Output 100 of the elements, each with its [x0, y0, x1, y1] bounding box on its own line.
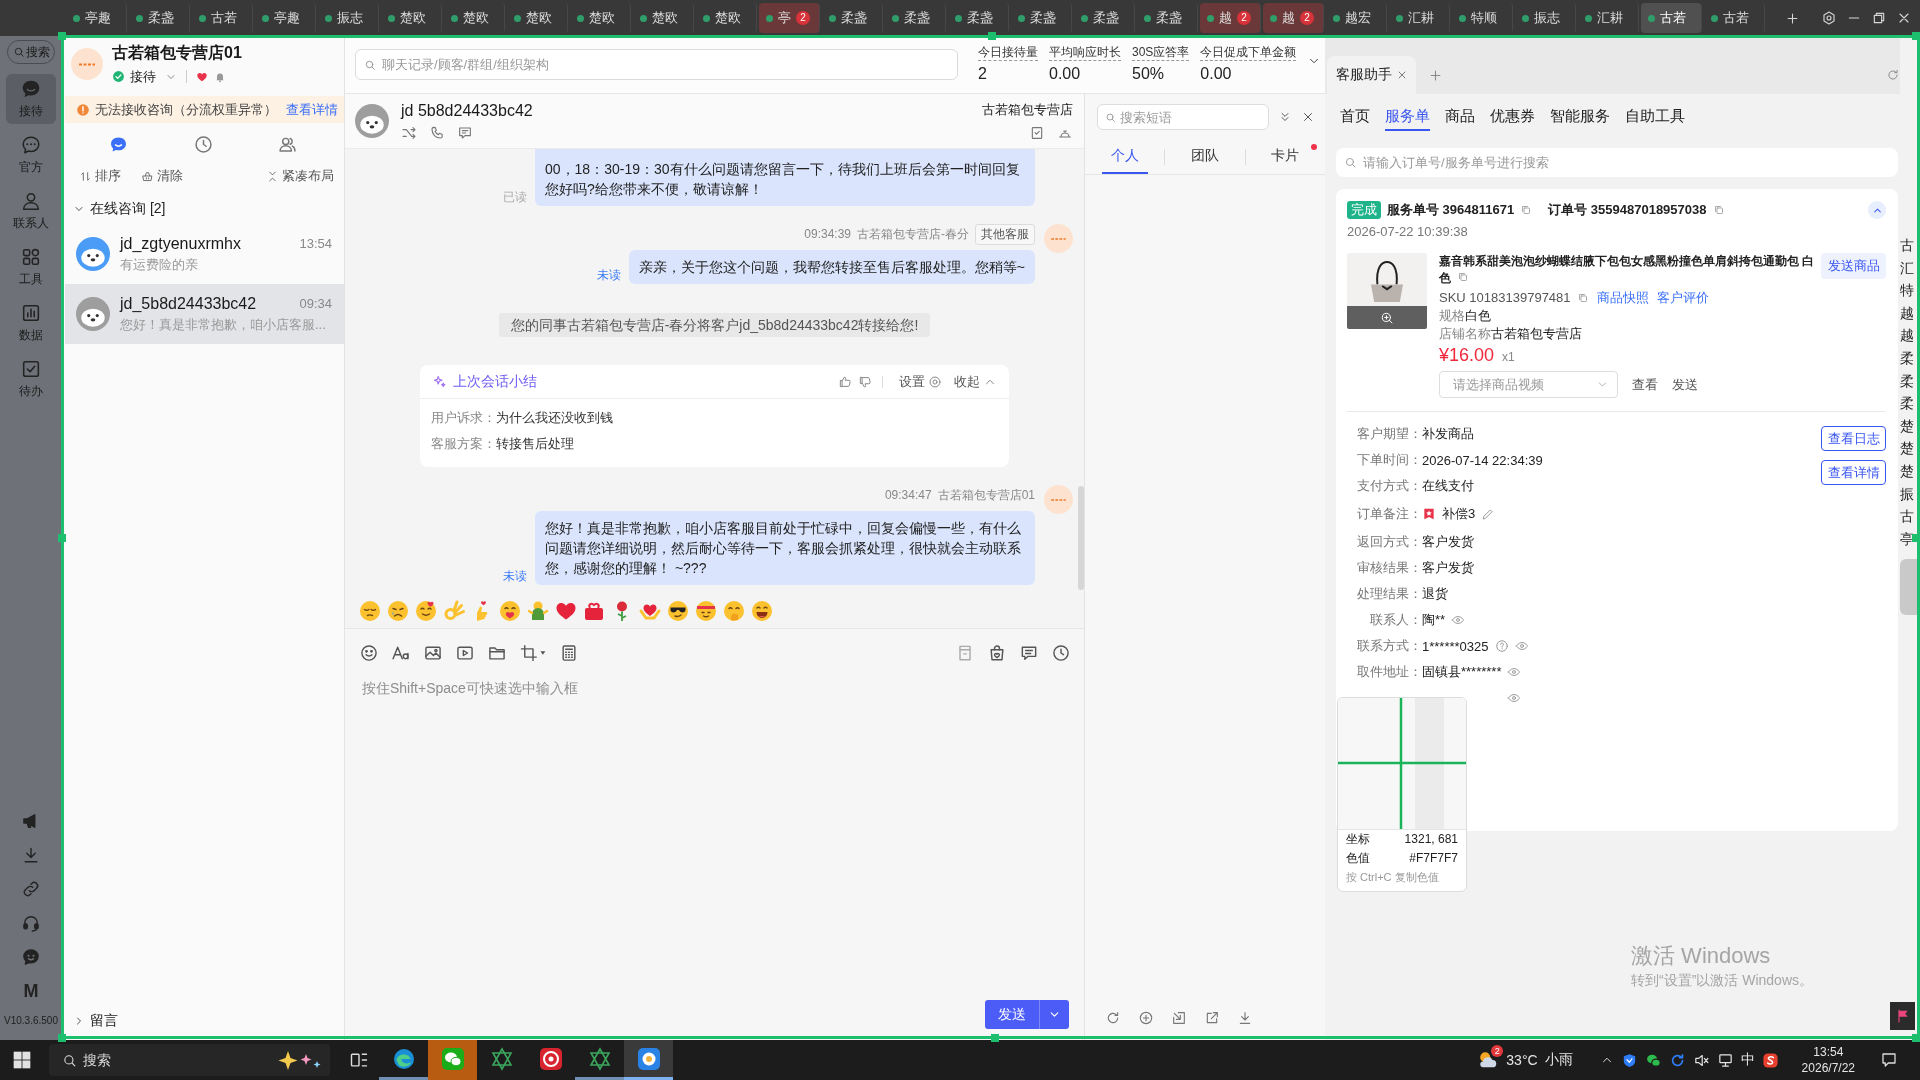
resize-handle[interactable] — [988, 32, 996, 40]
side-tab[interactable]: 振 — [1900, 482, 1914, 506]
window-tab[interactable]: 古若 — [1704, 3, 1765, 33]
smiling-chat-bubble-icon[interactable] — [21, 947, 41, 967]
window-tab[interactable]: 楚欧 — [633, 3, 694, 33]
copy-icon[interactable] — [1520, 204, 1533, 216]
window-tab[interactable]: 柔盏 — [1137, 3, 1198, 33]
side-tab-handle[interactable] — [1900, 559, 1920, 616]
resize-handle[interactable] — [58, 1034, 66, 1042]
outline-button[interactable]: 查看日志 — [1821, 426, 1886, 451]
input-method[interactable]: 中 — [1740, 1051, 1755, 1069]
hugging-heart-face-icon[interactable] — [498, 599, 522, 623]
phone-icon[interactable] — [429, 124, 445, 141]
side-tab[interactable]: 汇 — [1900, 256, 1914, 280]
window-tab[interactable]: 楚欧 — [696, 3, 757, 33]
search-field[interactable]: 搜索短语 — [1097, 104, 1269, 130]
side-tab[interactable]: 柔 — [1900, 392, 1914, 415]
crop-icon[interactable] — [519, 643, 547, 663]
side-tab[interactable]: 楚 — [1900, 414, 1914, 438]
close-icon[interactable] — [1396, 69, 1408, 81]
status-dropdown[interactable]: 接待 — [112, 67, 177, 86]
window-tab[interactable]: 振志 — [318, 3, 379, 33]
side-tab[interactable]: 古 — [1900, 505, 1914, 528]
monitor-icon[interactable] — [1716, 1051, 1734, 1069]
thumbs-up-icon[interactable] — [838, 374, 852, 389]
search-field[interactable]: 请输入订单号/服务单号进行搜索 — [1336, 148, 1898, 177]
window-tab[interactable]: 楚欧 — [381, 3, 442, 33]
window-tab[interactable]: 振志 — [1515, 3, 1576, 33]
side-tab[interactable]: 越 — [1900, 324, 1914, 347]
window-tab[interactable]: 柔盏 — [1074, 3, 1135, 33]
side-tab[interactable]: 古 — [1900, 234, 1914, 257]
box-arrow-icon[interactable] — [1171, 1010, 1187, 1026]
add-circle-icon[interactable] — [1138, 1010, 1154, 1026]
comment-icon[interactable] — [1019, 643, 1039, 663]
side-tab[interactable]: 越 — [1900, 301, 1914, 325]
transfer-icon[interactable] — [401, 124, 417, 141]
sidebar-item[interactable]: 数据 — [6, 298, 56, 348]
section-header[interactable]: 在线咨询 [2] — [65, 194, 344, 224]
heart-face-icon[interactable] — [414, 599, 438, 623]
nav-tab[interactable]: 智能服务 — [1550, 101, 1610, 131]
conversation-item[interactable]: jd_zgtyenuxrmhx 13:54 有运费险的亲 — [65, 224, 344, 284]
resize-handle[interactable] — [1912, 1034, 1920, 1042]
section-header[interactable]: 留言 — [65, 1002, 344, 1040]
resize-handle[interactable] — [1912, 534, 1920, 542]
window-tab[interactable]: 楚欧 — [444, 3, 505, 33]
headset-icon[interactable] — [21, 913, 41, 933]
side-tab[interactable]: 柔 — [1900, 369, 1914, 393]
external-link-icon[interactable] — [1204, 1010, 1220, 1026]
sleepy-face-icon[interactable] — [358, 599, 382, 623]
window-tab[interactable]: 亭 2 — [759, 3, 820, 33]
sidebar-item[interactable]: 官方 — [6, 130, 56, 180]
hand-over-mouth-face-icon[interactable] — [722, 599, 746, 623]
video-icon[interactable] — [455, 643, 475, 663]
copy-icon[interactable] — [1712, 204, 1725, 216]
waving-figure-icon[interactable] — [526, 599, 550, 623]
resize-handle[interactable] — [58, 534, 66, 542]
window-tab[interactable]: 柔盏 — [885, 3, 946, 33]
clock-icon[interactable] — [1051, 643, 1071, 663]
restore-icon[interactable] — [1871, 10, 1887, 26]
scrollbar[interactable] — [1078, 486, 1084, 590]
nav-tab[interactable]: 优惠券 — [1490, 101, 1535, 131]
thumbs-down-icon[interactable] — [858, 374, 872, 389]
windows-logo-icon[interactable] — [12, 1050, 32, 1070]
notification-icon[interactable] — [1880, 1051, 1898, 1069]
window-tab[interactable]: 古若 — [1641, 3, 1702, 33]
double-chevron-icon[interactable] — [1278, 110, 1292, 124]
nav-tab[interactable]: 自助工具 — [1625, 101, 1685, 131]
eye-icon[interactable] — [1451, 613, 1466, 627]
window-tab[interactable]: 汇耕 — [1389, 3, 1450, 33]
search-field[interactable]: 聊天记录/顾客/群组/组织架构 — [355, 49, 958, 80]
sunglasses-face-icon[interactable] — [666, 599, 690, 623]
resize-handle[interactable] — [1912, 32, 1920, 40]
assistant-tab[interactable]: 客服助手 — [1327, 56, 1416, 94]
link-icon[interactable] — [21, 879, 41, 899]
help-icon[interactable] — [1494, 639, 1509, 653]
nav-tab[interactable]: 商品 — [1445, 101, 1475, 131]
details-link[interactable]: 查看详情 — [286, 100, 338, 119]
window-tab[interactable]: 亭趣 — [66, 3, 127, 33]
nav-tab[interactable]: 首页 — [1340, 101, 1370, 131]
sidebar-item[interactable]: 联系人 — [6, 186, 56, 236]
window-tab[interactable]: 柔盏 — [1011, 3, 1072, 33]
message-input[interactable]: 按住Shift+Space可快速选中输入框 — [345, 677, 1084, 1000]
video-select[interactable]: 请选择商品视频 — [1439, 371, 1618, 398]
product-link[interactable]: 商品快照 — [1596, 289, 1649, 307]
flag-button[interactable] — [1890, 1002, 1915, 1030]
taskbar-search-field[interactable]: 搜索 — [49, 1044, 330, 1076]
collapse-button[interactable] — [1868, 201, 1886, 219]
settings-icon[interactable] — [1821, 10, 1837, 26]
resize-handle[interactable] — [58, 32, 66, 40]
download-icon[interactable] — [1237, 1010, 1253, 1026]
taskbar-app-button[interactable] — [624, 1040, 673, 1080]
eye-icon[interactable] — [1514, 639, 1529, 653]
input-method-logo-icon[interactable] — [1761, 1051, 1779, 1069]
emoji-icon[interactable] — [359, 643, 379, 663]
headband-face-icon[interactable] — [694, 599, 718, 623]
window-tab[interactable]: 楚欧 — [570, 3, 631, 33]
window-tab[interactable]: 亭趣 — [255, 3, 316, 33]
task-view-icon[interactable] — [349, 1050, 369, 1070]
resize-handle[interactable] — [991, 1034, 999, 1042]
conversation-item[interactable]: jd_5b8d24433bc42 09:34 您好！真是非常抱歉，咱小店客服... — [65, 284, 344, 344]
